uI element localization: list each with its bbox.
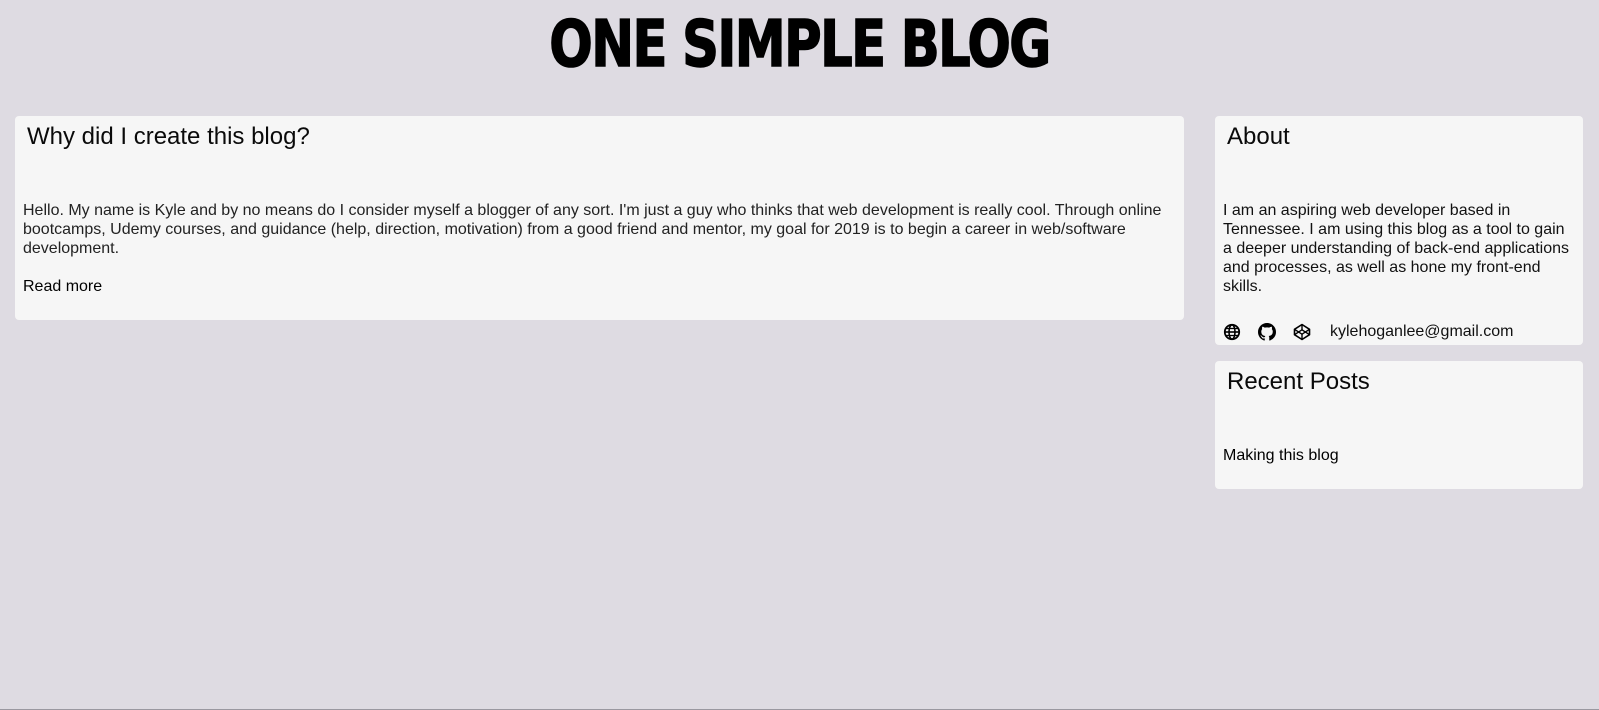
github-icon[interactable] [1258,323,1276,341]
site-title: ONE SIMPLE BLOG [549,7,1052,83]
about-card: About I am an aspiring web developer bas… [1215,116,1583,345]
recent-posts-heading: Recent Posts [1227,368,1370,395]
post-excerpt: Hello. My name is Kyle and by no means d… [23,202,1162,257]
globe-icon[interactable] [1223,323,1241,341]
social-links: kylehoganlee@gmail.com [1223,322,1513,342]
post-card: Why did I create this blog? Hello. My na… [15,116,1184,320]
post-title: Why did I create this blog? [27,123,310,150]
email-address[interactable]: kylehoganlee@gmail.com [1330,322,1513,342]
about-text: I am an aspiring web developer based in … [1223,202,1570,295]
recent-posts-card: Recent Posts Making this blog [1215,361,1583,489]
recent-post-link[interactable]: Making this blog [1223,446,1339,466]
codepen-icon[interactable] [1293,323,1311,341]
read-more-link[interactable]: Read more [23,277,102,297]
about-heading: About [1227,123,1290,150]
